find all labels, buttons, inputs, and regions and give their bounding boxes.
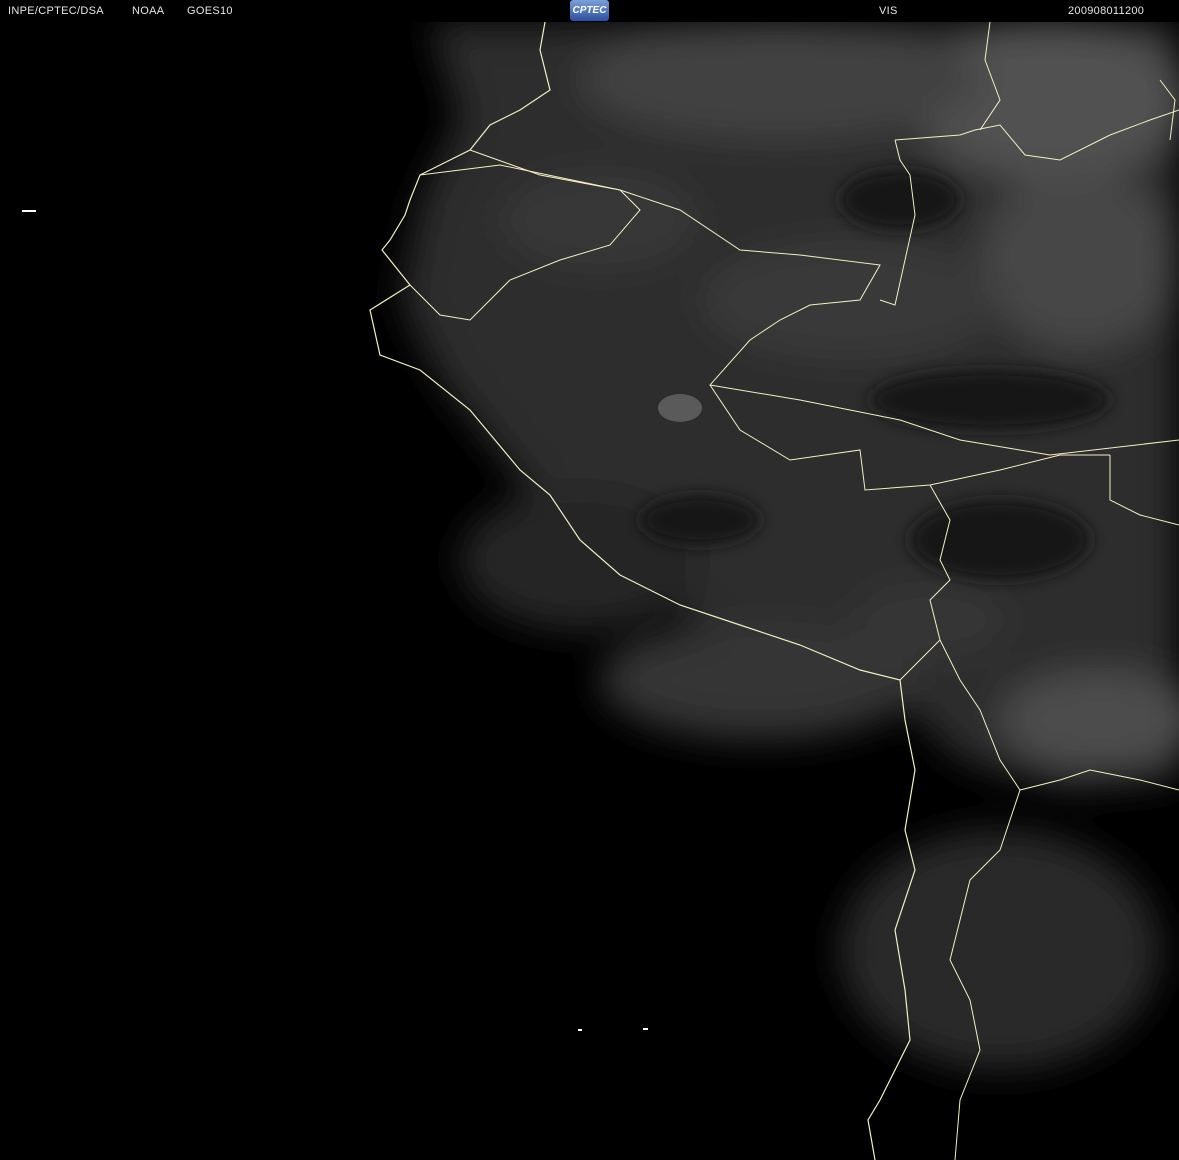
cptec-logo: CPTEC	[570, 0, 609, 21]
header-bar: INPE/CPTEC/DSA NOAA GOES10 CPTEC VIS 200…	[0, 0, 1179, 22]
lake-titicaca	[658, 394, 702, 422]
source-label: NOAA	[132, 5, 165, 17]
satellite-image	[22, 20, 1179, 1160]
channel-label: VIS	[879, 5, 898, 17]
timestamp-label: 200908011200	[1068, 5, 1145, 17]
satellite-label: GOES10	[187, 5, 233, 17]
agency-label: INPE/CPTEC/DSA	[8, 5, 104, 17]
